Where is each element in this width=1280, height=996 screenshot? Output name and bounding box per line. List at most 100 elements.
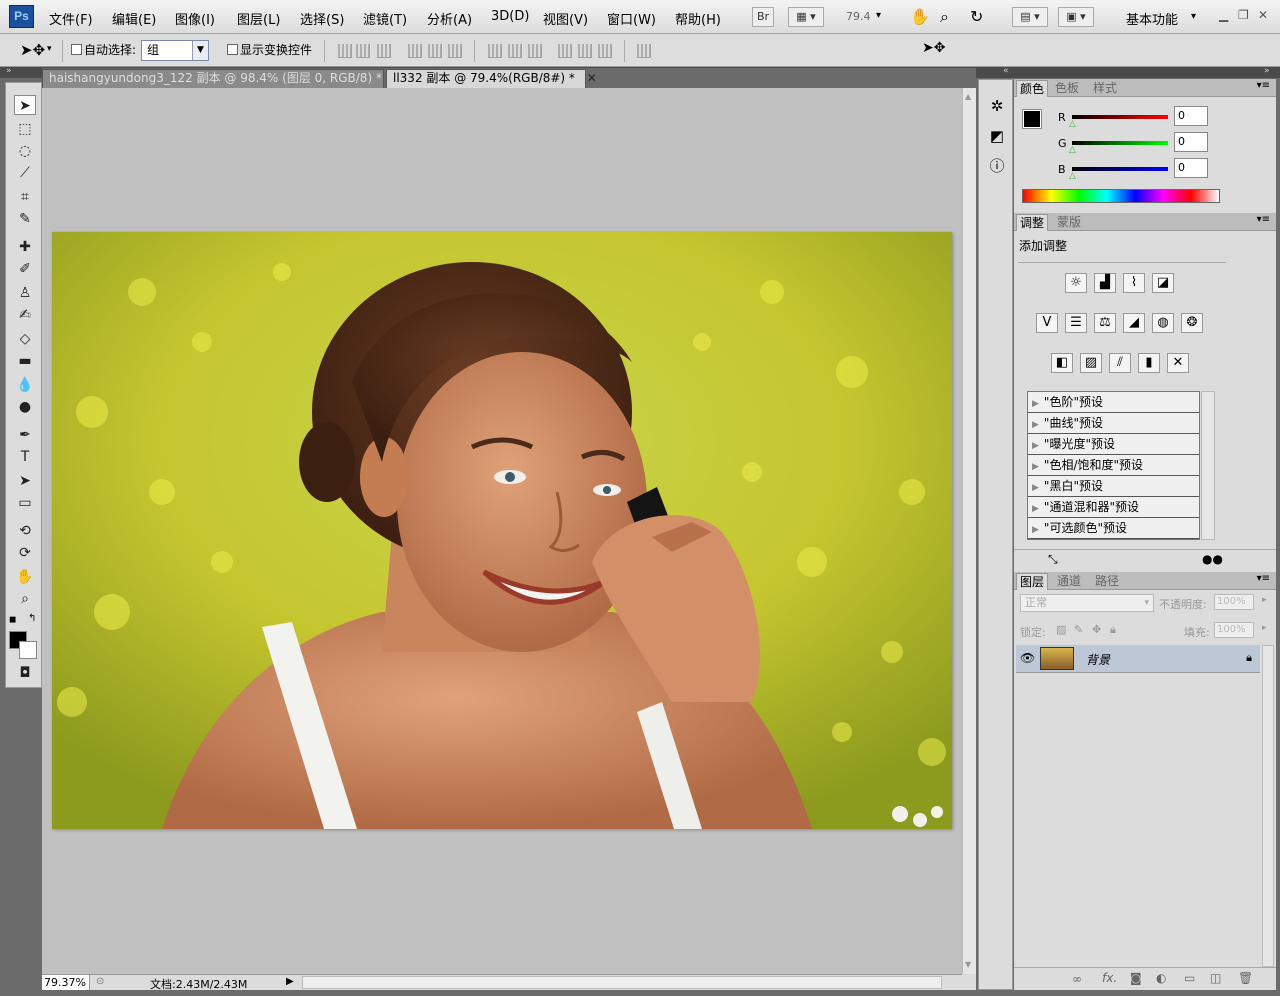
selective-color-icon[interactable]: ✕ (1167, 353, 1189, 373)
menu-3d[interactable]: 3D(D) (491, 9, 529, 24)
arrange-documents-button[interactable]: ▤ ▾ (1012, 7, 1048, 27)
panel-menu-icon[interactable]: ▾≡ (1257, 573, 1270, 584)
menu-window[interactable]: 窗口(W) (607, 9, 656, 28)
clip-to-layer-icon[interactable]: ●● (1202, 552, 1223, 566)
gradient-tool-icon[interactable]: ▬ (14, 351, 36, 371)
b-slider-handle[interactable]: △ (1069, 171, 1076, 181)
panel-menu-icon[interactable]: ▾≡ (1257, 214, 1270, 225)
color-balance-icon[interactable]: ⚖ (1094, 313, 1116, 333)
tab-paths[interactable]: 路径 (1092, 573, 1122, 590)
scroll-down-icon[interactable]: ▼ (965, 960, 971, 969)
minimize-icon[interactable]: ▁ (1219, 8, 1228, 22)
3d-orbit-tool-icon[interactable]: ⟳ (14, 543, 36, 563)
presets-scrollbar[interactable] (1201, 391, 1215, 540)
preset-black-white[interactable]: ▶ "黑白"预设 (1028, 476, 1199, 497)
layers-scrollbar[interactable] (1262, 645, 1274, 967)
align-vcenter-icon[interactable] (356, 44, 370, 58)
panel-menu-icon[interactable]: ▾≡ (1257, 80, 1270, 91)
histogram-icon[interactable]: ◩ (987, 126, 1007, 146)
fx-icon[interactable]: fx. (1102, 971, 1117, 985)
tab-haishangyundong[interactable]: haishangyundong3_122 副本 @ 98.4% (图层 0, R… (42, 69, 404, 88)
menu-layer[interactable]: 图层(L) (237, 9, 280, 28)
distribute-hcenter-icon[interactable] (578, 44, 592, 58)
expanded-view-icon[interactable]: ⤡ (1048, 552, 1058, 567)
menu-select[interactable]: 选择(S) (300, 9, 344, 28)
menu-edit[interactable]: 编辑(E) (112, 9, 156, 28)
type-tool-icon[interactable]: T (14, 447, 36, 467)
dodge-tool-icon[interactable]: ● (14, 397, 36, 417)
new-group-icon[interactable]: ▭ (1184, 971, 1195, 985)
zoom-tool-icon[interactable]: ⌕ (940, 7, 949, 27)
bridge-button[interactable]: Br (752, 7, 774, 27)
distribute-bottom-icon[interactable] (528, 44, 542, 58)
add-mask-icon[interactable]: ◙ (1130, 971, 1142, 985)
hand-tool-icon[interactable]: ✋ (910, 7, 930, 26)
crop-tool-icon[interactable]: ⌗ (14, 187, 36, 207)
history-brush-tool-icon[interactable]: ✍ (14, 305, 36, 325)
auto-align-layers-icon[interactable] (637, 44, 651, 58)
workspace-switcher[interactable]: 基本功能 (1126, 9, 1178, 28)
expand-panels-icon[interactable]: » (1264, 66, 1270, 76)
align-bottom-icon[interactable] (377, 44, 391, 58)
workspace-dropdown-icon[interactable]: ▾ (1191, 11, 1196, 22)
tab-ll332[interactable]: ll332 副本 @ 79.4%(RGB/8#) * ✕ (386, 69, 597, 88)
hue-saturation-icon[interactable]: ☰ (1065, 313, 1087, 333)
r-slider-handle[interactable]: △ (1069, 119, 1076, 129)
document-size-info[interactable]: 文档:2.43M/2.43M (150, 976, 247, 992)
preset-exposure[interactable]: ▶ "曝光度"预设 (1028, 434, 1199, 455)
lock-position-icon[interactable]: ✥ (1092, 623, 1101, 636)
menu-filter[interactable]: 滤镜(T) (363, 9, 407, 28)
zoom-dropdown-icon[interactable]: ▾ (876, 10, 881, 21)
distribute-vcenter-icon[interactable] (508, 44, 522, 58)
tab-layers[interactable]: 图层 (1016, 573, 1049, 590)
lock-transparency-icon[interactable]: ▨ (1056, 623, 1066, 636)
expand-toolbox-icon[interactable]: » (6, 66, 12, 76)
tab-channels[interactable]: 通道 (1054, 573, 1084, 590)
brightness-contrast-icon[interactable]: ☼ (1065, 273, 1087, 293)
background-color-swatch[interactable] (19, 641, 37, 659)
preset-dropdown-icon[interactable]: ▾ (47, 44, 52, 54)
move-tool-icon[interactable]: ➤ (14, 95, 36, 115)
tab-swatches[interactable]: 色板 (1052, 80, 1082, 97)
photo-filter-icon[interactable]: ◍ (1152, 313, 1174, 333)
healing-brush-tool-icon[interactable]: ✚ (14, 237, 36, 257)
swap-colors-icon[interactable]: ↰ (28, 613, 36, 624)
align-right-icon[interactable] (448, 44, 462, 58)
menu-help[interactable]: 帮助(H) (675, 9, 721, 28)
status-menu-arrow-icon[interactable]: ▶ (286, 976, 294, 987)
auto-select-dropdown[interactable]: 组 ▼ (141, 40, 209, 61)
tab-color[interactable]: 颜色 (1016, 80, 1049, 97)
rotate-view-icon[interactable]: ↻ (970, 7, 983, 26)
g-slider-handle[interactable]: △ (1069, 145, 1076, 155)
brush-tool-icon[interactable]: ✐ (14, 259, 36, 279)
zoom-level[interactable]: 79.4 (846, 10, 871, 23)
lock-all-icon[interactable]: 🔒︎ (1110, 623, 1116, 637)
hand-tool-icon[interactable]: ✋ (14, 567, 36, 587)
r-slider[interactable] (1072, 115, 1168, 119)
r-value-input[interactable]: 0 (1174, 106, 1208, 126)
b-value-input[interactable]: 0 (1174, 158, 1208, 178)
move-tool-preset-icon[interactable]: ➤✥ (20, 41, 45, 59)
scroll-up-icon[interactable]: ▲ (965, 92, 971, 101)
clone-stamp-tool-icon[interactable]: ♙ (14, 283, 36, 303)
close-tab-icon[interactable]: ✕ (587, 71, 597, 85)
rectangle-tool-icon[interactable]: ▭ (14, 493, 36, 513)
path-selection-tool-icon[interactable]: ➤ (14, 471, 36, 491)
quick-mask-icon[interactable]: ◘ (14, 663, 36, 683)
align-left-icon[interactable] (408, 44, 422, 58)
menu-file[interactable]: 文件(F) (49, 9, 93, 28)
lasso-tool-icon[interactable]: ◌ (14, 141, 36, 161)
channel-mixer-icon[interactable]: ❂ (1181, 313, 1203, 333)
tab-styles[interactable]: 样式 (1090, 80, 1120, 97)
menu-view[interactable]: 视图(V) (543, 9, 588, 28)
distribute-top-icon[interactable] (488, 44, 502, 58)
gradient-map-icon[interactable]: ▮ (1138, 353, 1160, 373)
align-hcenter-icon[interactable] (428, 44, 442, 58)
eye-icon[interactable]: 👁︎ (1020, 651, 1035, 665)
fill-arrow-icon[interactable]: ▸ (1262, 623, 1267, 633)
navigator-icon[interactable]: ✲ (987, 96, 1007, 116)
horizontal-scrollbar[interactable] (302, 976, 942, 989)
distribute-right-icon[interactable] (598, 44, 612, 58)
fg-color-swatch[interactable] (1022, 109, 1042, 129)
preset-hue-saturation[interactable]: ▶ "色相/饱和度"预设 (1028, 455, 1199, 476)
